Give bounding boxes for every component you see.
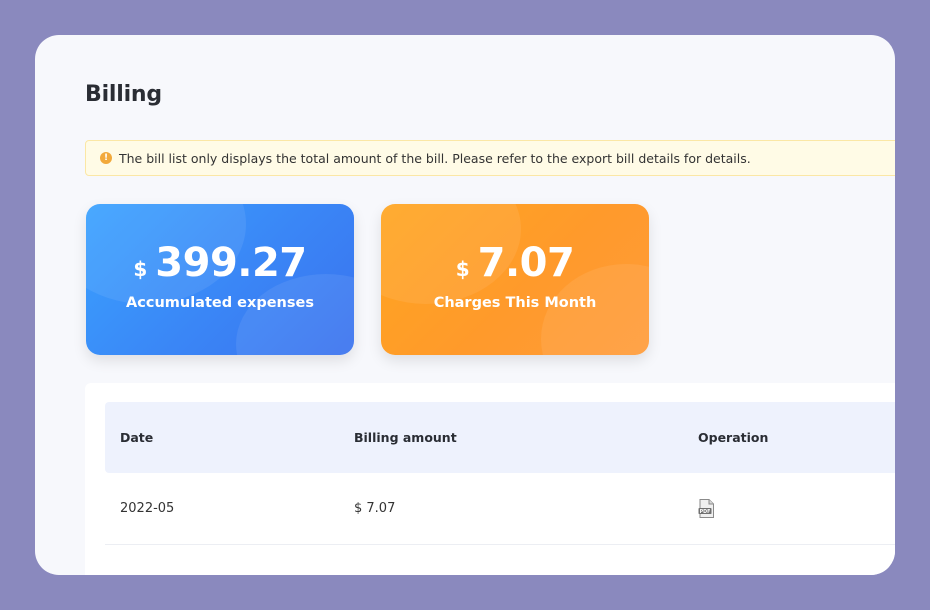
card-currency: $ [133,257,148,281]
accumulated-expenses-card: $ 399.27 Accumulated expenses [86,204,354,355]
card-currency: $ [455,257,470,281]
billing-table: Date Billing amount Operation 2022-05 $ … [85,383,895,575]
card-decoration [236,274,354,355]
card-amount: $ 399.27 [86,240,354,286]
download-pdf-button[interactable]: PDF [698,473,715,544]
table-header: Date Billing amount Operation [105,402,895,473]
billing-window: Billing ! The bill list only displays th… [35,35,895,575]
page-title: Billing [85,82,162,107]
card-amount: $ 7.07 [381,240,649,286]
row-amount: $ 7.07 [354,501,396,516]
notice-banner: ! The bill list only displays the total … [85,140,895,176]
row-date: 2022-05 [120,501,175,516]
charges-this-month-card: $ 7.07 Charges This Month [381,204,649,355]
card-value: 399.27 [155,240,307,286]
svg-text:PDF: PDF [700,509,711,515]
notice-text: The bill list only displays the total am… [119,150,751,166]
card-value: 7.07 [477,240,575,286]
column-header-operation[interactable]: Operation [698,402,768,473]
table-row: 2022-05 $ 7.07 PDF [105,473,895,545]
pdf-icon[interactable]: PDF [698,499,715,518]
card-label: Accumulated expenses [126,295,314,311]
column-header-date[interactable]: Date [120,402,153,473]
column-header-billing-amount[interactable]: Billing amount [354,402,457,473]
warning-icon: ! [100,152,112,164]
card-label: Charges This Month [433,295,597,311]
